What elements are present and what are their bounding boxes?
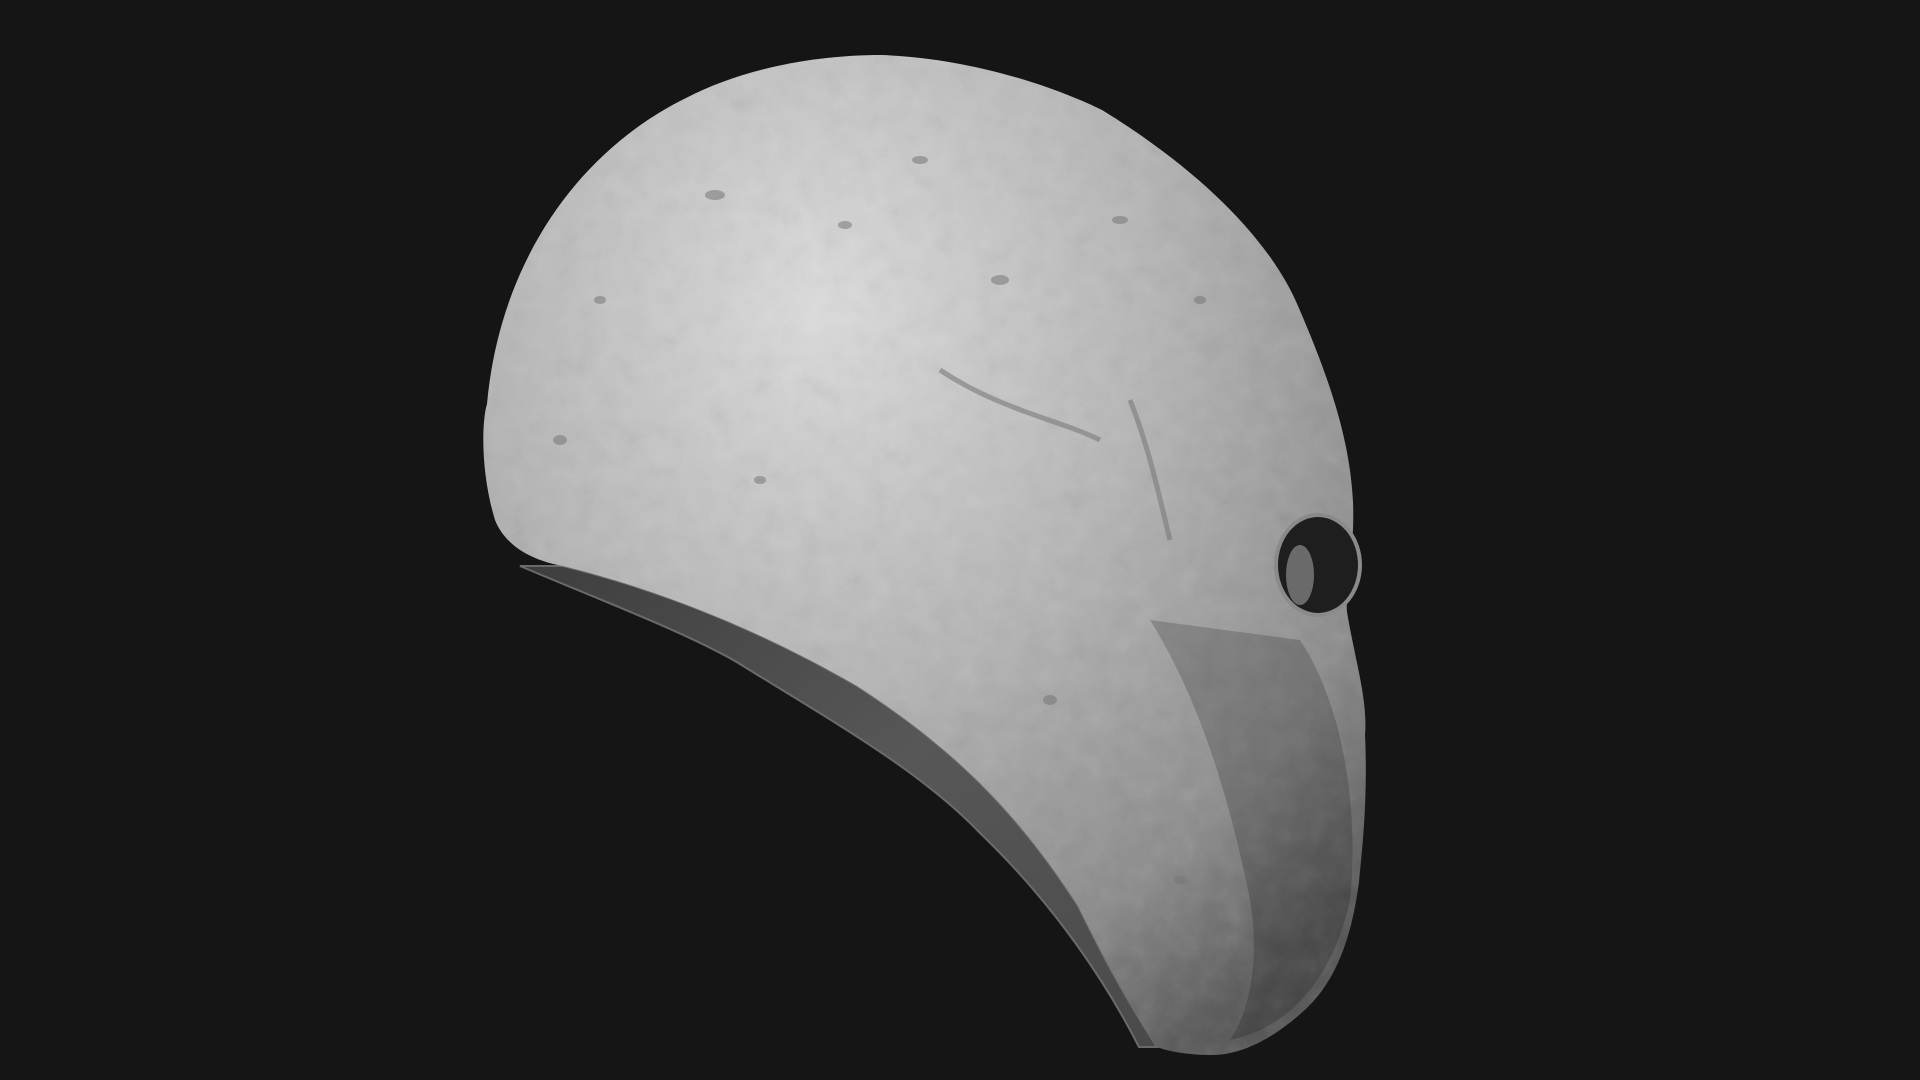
surface-texture [483,55,1366,1055]
mask-render [483,55,1366,1055]
viewport: sculpted mask [0,0,1920,1080]
eye-inner-edge [1286,545,1314,605]
